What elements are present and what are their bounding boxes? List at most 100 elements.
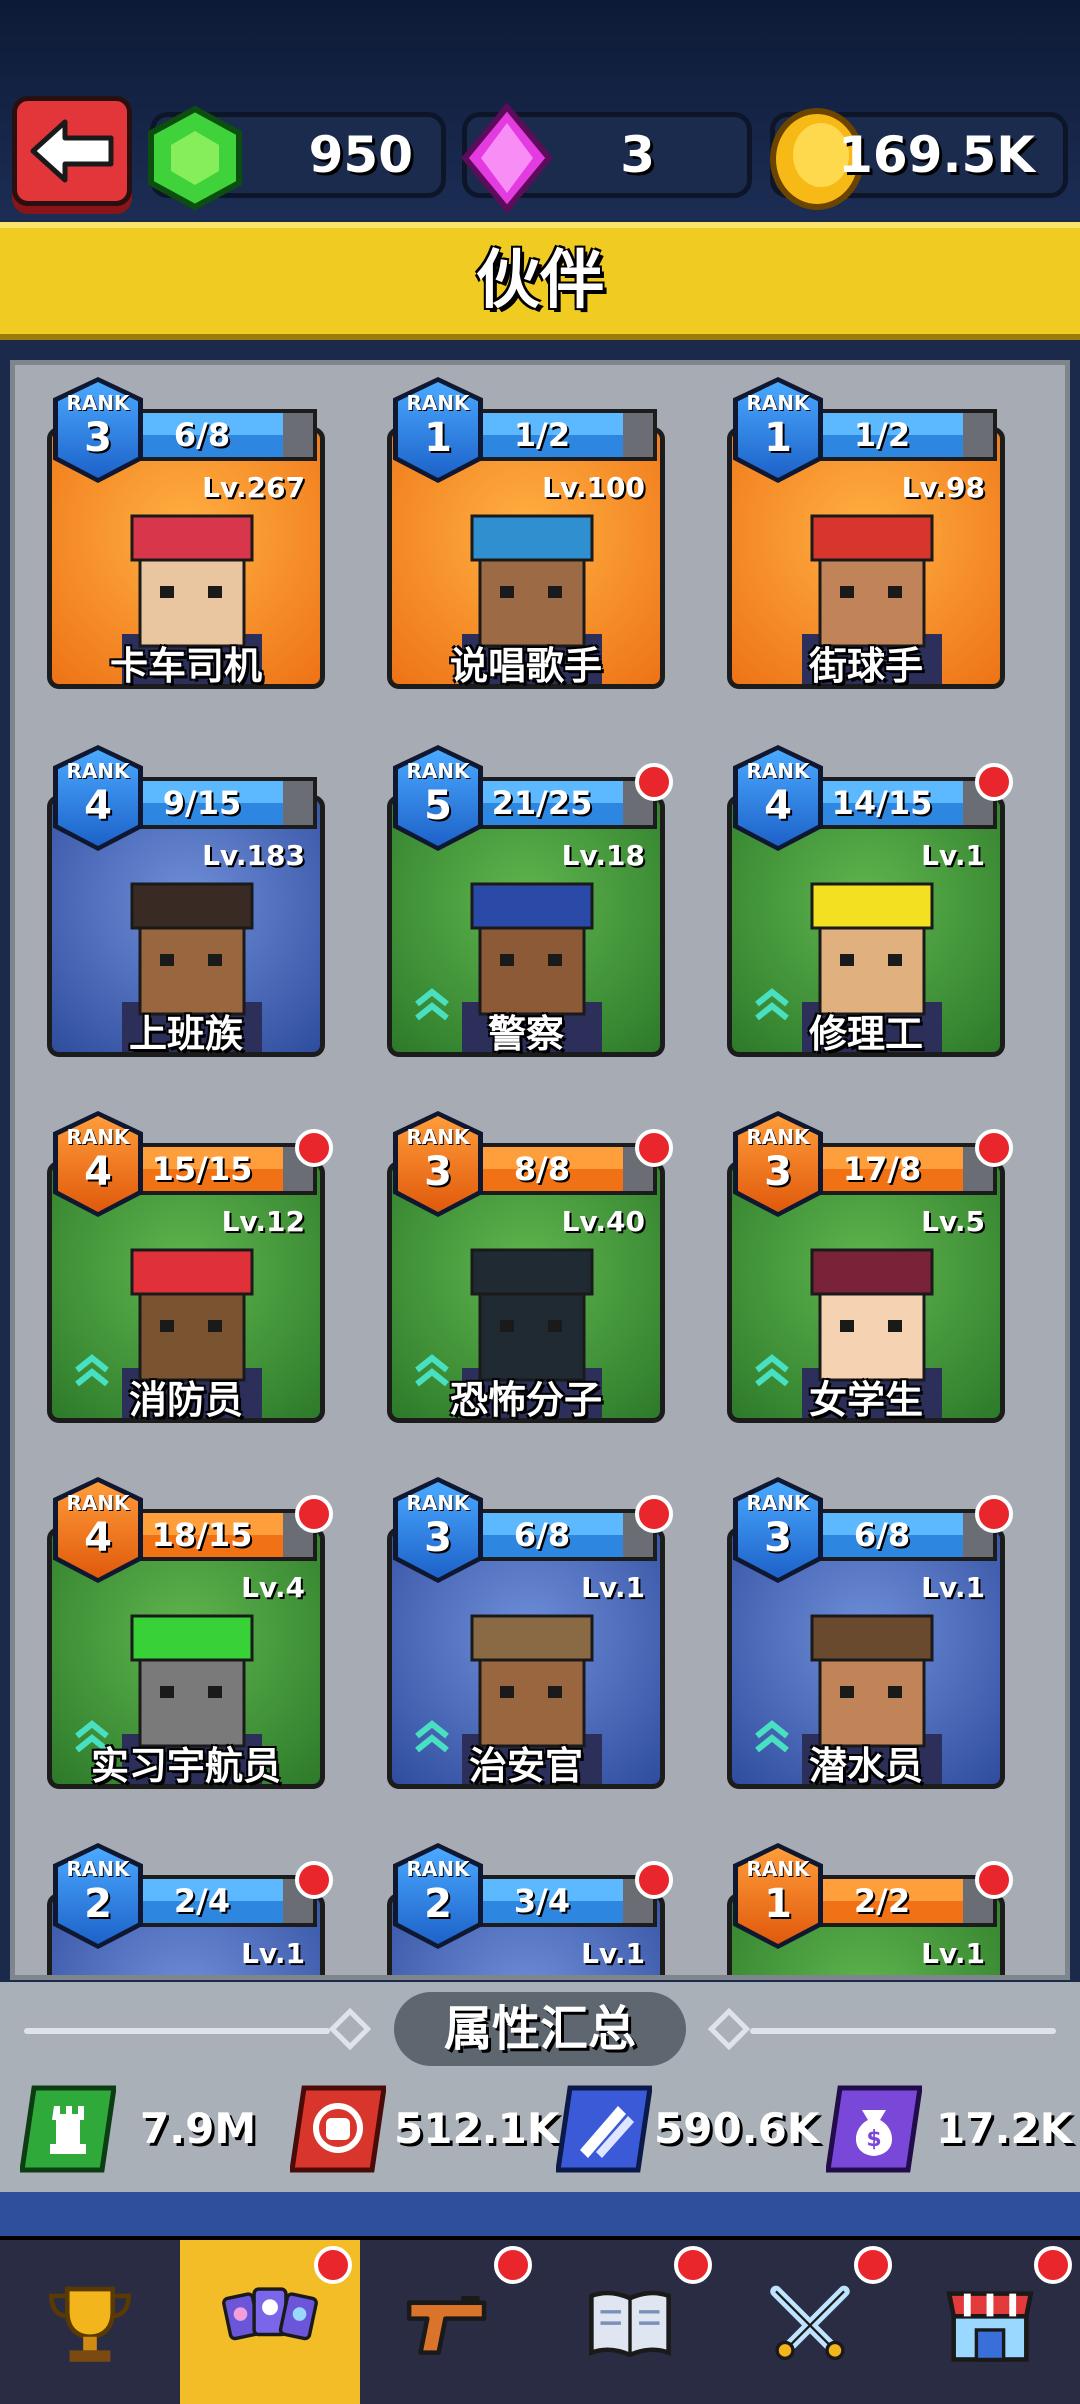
partner-name: 恐怖分子 — [449, 1378, 602, 1422]
partner-card[interactable]: 17/8 RANK 3 Lv.5 女学生 — [717, 1101, 1017, 1441]
fist-icon — [289, 2085, 387, 2173]
rank-number: 3 — [764, 1515, 792, 1561]
partner-level: Lv.183 — [202, 839, 305, 872]
rank-label: RANK — [746, 759, 810, 783]
partner-name: 街球手 — [808, 644, 923, 688]
auto-bullets-icon — [555, 2085, 653, 2173]
partner-name: 上班族 — [128, 1012, 243, 1056]
rank-label: RANK — [746, 391, 810, 415]
notification-dot — [295, 1129, 333, 1167]
rank-number: 3 — [764, 1149, 792, 1195]
partner-card[interactable]: 14/15 RANK 4 Lv.1 修理工 — [717, 735, 1017, 1075]
partner-level: Lv.1 — [581, 1571, 645, 1604]
coin-value: 169.5K — [838, 126, 1035, 184]
partner-level: Lv.18 — [561, 839, 645, 872]
green-gem-value: 950 — [308, 126, 413, 184]
shop-icon — [946, 2291, 1034, 2362]
rank-label: RANK — [406, 759, 470, 783]
rank-number: 1 — [424, 415, 452, 461]
nav-weapons[interactable] — [360, 2240, 544, 2404]
partner-name: 女学生 — [808, 1378, 923, 1422]
partner-level: Lv.1 — [921, 839, 985, 872]
partner-level: Lv.4 — [241, 1571, 305, 1604]
rank-number: 4 — [84, 1515, 112, 1561]
pink-gem-icon — [461, 103, 553, 213]
notification-dot — [854, 2246, 892, 2284]
rank-label: RANK — [66, 391, 130, 415]
green-gem-counter: 950 — [148, 105, 446, 211]
rank-number: 1 — [764, 415, 792, 461]
partner-name: 说唱歌手 — [449, 644, 602, 688]
green-gem-icon — [148, 105, 242, 211]
notification-dot — [975, 1129, 1013, 1167]
summary-title-pill: 属性汇总 — [394, 1992, 686, 2066]
partner-level: Lv.1 — [581, 1937, 645, 1970]
rank-number: 3 — [424, 1515, 452, 1561]
arrow-left-icon — [30, 119, 114, 183]
partner-cards-icon — [222, 2287, 318, 2341]
nav-trophy[interactable] — [0, 2240, 184, 2404]
notification-dot — [635, 1861, 673, 1899]
money-bag-icon: $ — [825, 2085, 923, 2173]
rank-label: RANK — [406, 1857, 470, 1881]
notification-dot — [635, 1129, 673, 1167]
partner-level: Lv.98 — [901, 471, 985, 504]
partner-card[interactable]: 6/8 RANK 3 Lv.1 潜水员 — [717, 1467, 1017, 1807]
stat-health-value: 7.9M — [140, 2104, 257, 2153]
partner-card[interactable]: 1/2 RANK 1 Lv.98 街球手 — [717, 367, 1017, 707]
rank-number: 4 — [84, 1149, 112, 1195]
nav-book[interactable] — [540, 2240, 724, 2404]
bottom-nav — [0, 2236, 1080, 2404]
partner-card[interactable]: 15/15 RANK 4 Lv.12 消防员 — [37, 1101, 337, 1441]
pink-gem-value: 3 — [620, 126, 655, 184]
notification-dot — [975, 1495, 1013, 1533]
rank-number: 3 — [424, 1149, 452, 1195]
partner-card[interactable]: 21/25 RANK 5 Lv.18 警察 — [377, 735, 677, 1075]
partner-card[interactable]: 6/8 RANK 3 Lv.1 治安官 — [377, 1467, 677, 1807]
partner-card[interactable]: 18/15 RANK 4 Lv.4 实习宇航员 — [37, 1467, 337, 1807]
nav-battle[interactable] — [720, 2240, 904, 2404]
back-button[interactable] — [12, 96, 132, 206]
notification-dot — [975, 763, 1013, 801]
rank-number: 2 — [84, 1881, 112, 1927]
partner-card[interactable]: 2/2 RANK 1 Lv.1 — [717, 1833, 1017, 1975]
pink-gem-counter: 3 — [461, 103, 752, 213]
partner-card[interactable]: 8/8 RANK 3 Lv.40 恐怖分子 — [377, 1101, 677, 1441]
top-bar: 950 3 169.5K — [0, 0, 1080, 220]
partner-level: Lv.12 — [221, 1205, 305, 1238]
rank-number: 3 — [84, 415, 112, 461]
nav-top-strip — [0, 2192, 1080, 2236]
rank-number: 1 — [764, 1881, 792, 1927]
attribute-summary: 属性汇总 7.9M 512.1K 590.6K $ 17.2K — [0, 1982, 1080, 2192]
partner-card[interactable]: 2/4 RANK 2 Lv.1 — [37, 1833, 337, 1975]
page-title: 伙伴 — [476, 244, 604, 318]
tower-icon — [19, 2085, 117, 2173]
partner-name: 消防员 — [128, 1378, 243, 1422]
rank-number: 2 — [424, 1881, 452, 1927]
partner-card[interactable]: 6/8 RANK 3 Lv.267 卡车司机 — [37, 367, 337, 707]
partner-name: 卡车司机 — [109, 644, 262, 688]
partner-name: 警察 — [487, 1012, 564, 1056]
notification-dot — [674, 2246, 712, 2284]
notification-dot — [295, 1861, 333, 1899]
diamond-ornament-right — [707, 2007, 751, 2051]
page-title-band: 伙伴 — [0, 222, 1080, 340]
notification-dot — [975, 1861, 1013, 1899]
rank-label: RANK — [406, 1491, 470, 1515]
trophy-icon — [49, 2286, 131, 2362]
crossed-swords-icon — [770, 2285, 850, 2361]
nav-partners[interactable] — [180, 2240, 364, 2404]
partner-card[interactable]: 9/15 RANK 4 Lv.183 上班族 — [37, 735, 337, 1075]
notification-dot — [314, 2246, 352, 2284]
rank-label: RANK — [746, 1857, 810, 1881]
pistol-icon — [406, 2295, 487, 2355]
partner-card[interactable]: 3/4 RANK 2 Lv.1 — [377, 1833, 677, 1975]
nav-shop[interactable] — [900, 2240, 1080, 2404]
partner-level: Lv.1 — [921, 1571, 985, 1604]
summary-title: 属性汇总 — [443, 2001, 636, 2057]
rank-label: RANK — [746, 1125, 810, 1149]
rank-label: RANK — [406, 391, 470, 415]
partner-card[interactable]: 1/2 RANK 1 Lv.100 说唱歌手 — [377, 367, 677, 707]
stat-auto-value: 590.6K — [654, 2104, 820, 2153]
stat-health: 7.9M — [19, 2080, 256, 2180]
